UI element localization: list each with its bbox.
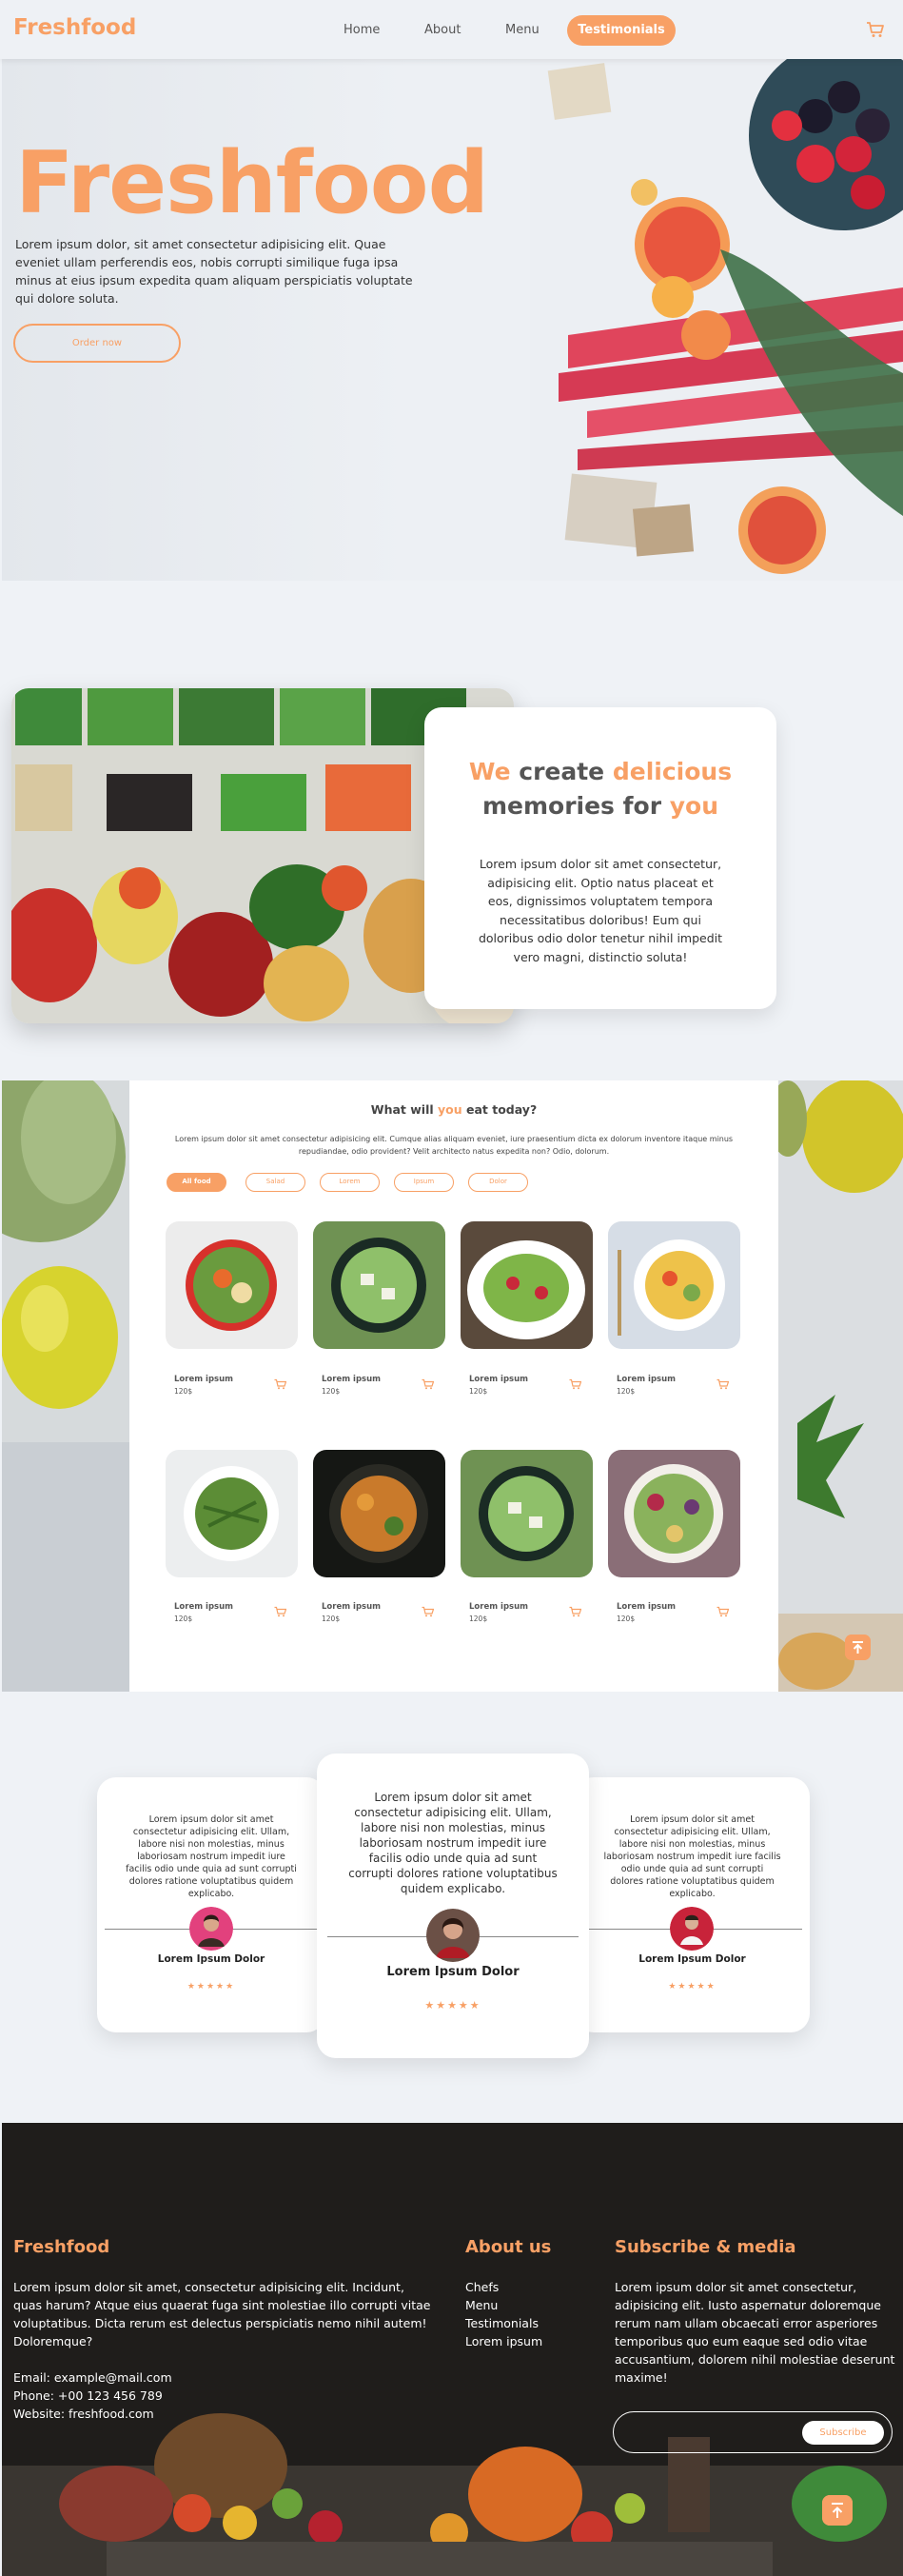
food-price: 120$ bbox=[322, 1387, 341, 1396]
filter-salad[interactable]: Salad bbox=[245, 1173, 305, 1192]
testimonial-text: Lorem ipsum dolor sit amet consectetur a… bbox=[348, 1791, 558, 1895]
testimonial-card-featured: Lorem ipsum dolor sit amet consectetur a… bbox=[317, 1754, 589, 2058]
navbar: Freshfood Home About Menu Testimonials bbox=[0, 0, 903, 59]
add-to-cart-icon[interactable] bbox=[274, 1378, 286, 1390]
food-image[interactable] bbox=[166, 1221, 298, 1349]
footer: Freshfood Lorem ipsum dolor sit amet, co… bbox=[2, 2123, 903, 2576]
food-price: 120$ bbox=[617, 1615, 636, 1623]
add-to-cart-icon[interactable] bbox=[422, 1378, 434, 1390]
add-to-cart-icon[interactable] bbox=[274, 1606, 286, 1617]
star-rating: ★★★★★ bbox=[668, 1982, 717, 1991]
nav-link-home[interactable]: Home bbox=[344, 23, 380, 37]
logo[interactable]: Freshfood bbox=[13, 15, 136, 40]
shopping-cart-icon[interactable] bbox=[866, 20, 885, 39]
add-to-cart-icon[interactable] bbox=[569, 1606, 581, 1617]
nav-button-testimonials[interactable]: Testimonials bbox=[567, 15, 676, 46]
testimonial-text: Lorem ipsum dolor sit amet consectetur a… bbox=[603, 1814, 781, 1899]
order-now-button[interactable]: Order now bbox=[13, 324, 181, 363]
food-image[interactable] bbox=[461, 1450, 593, 1577]
avatar bbox=[670, 1907, 714, 1951]
footer-email: Email: example@mail.com bbox=[13, 2370, 172, 2385]
footer-subscribe-title: Subscribe & media bbox=[615, 2237, 796, 2257]
food-price: 120$ bbox=[617, 1387, 636, 1396]
food-name: Lorem ipsum bbox=[322, 1602, 381, 1612]
hero-fruit-image bbox=[530, 59, 903, 581]
food-image[interactable] bbox=[461, 1221, 593, 1349]
footer-link-lorem-ipsum[interactable]: Lorem ipsum bbox=[465, 2334, 542, 2348]
food-price: 120$ bbox=[174, 1387, 193, 1396]
hero-title: Freshfood bbox=[15, 133, 489, 233]
food-name: Lorem ipsum bbox=[174, 1375, 233, 1384]
star-rating: ★★★★★ bbox=[186, 1982, 236, 1991]
nav-link-menu[interactable]: Menu bbox=[505, 23, 540, 37]
footer-about-title: About us bbox=[465, 2237, 552, 2257]
menu-section: What will you eat today? Lorem ipsum dol… bbox=[2, 1080, 903, 1692]
footer-subscribe-text: Lorem ipsum dolor sit amet consectetur, … bbox=[615, 2280, 895, 2385]
food-image[interactable] bbox=[608, 1450, 740, 1577]
footer-brand-title: Freshfood bbox=[13, 2237, 110, 2257]
hero-text: Lorem ipsum dolor, sit amet consectetur … bbox=[15, 237, 413, 306]
food-price: 120$ bbox=[174, 1615, 193, 1623]
food-price: 120$ bbox=[322, 1615, 341, 1623]
food-image[interactable] bbox=[166, 1450, 298, 1577]
footer-link-testimonials[interactable]: Testimonials bbox=[465, 2316, 539, 2330]
food-image[interactable] bbox=[608, 1221, 740, 1349]
avatar bbox=[426, 1909, 480, 1962]
food-name: Lorem ipsum bbox=[174, 1602, 233, 1612]
testimonial-name: Lorem Ipsum Dolor bbox=[386, 1965, 520, 1979]
add-to-cart-icon[interactable] bbox=[422, 1606, 434, 1617]
hero-section: Freshfood Lorem ipsum dolor, sit amet co… bbox=[2, 59, 903, 581]
add-to-cart-icon[interactable] bbox=[717, 1606, 729, 1617]
avatar bbox=[189, 1907, 233, 1951]
scroll-to-top-icon[interactable] bbox=[845, 1635, 871, 1660]
filter-all-food[interactable]: All food bbox=[167, 1173, 226, 1192]
filter-dolor[interactable]: Dolor bbox=[468, 1173, 528, 1192]
food-name: Lorem ipsum bbox=[617, 1602, 676, 1612]
footer-link-chefs[interactable]: Chefs bbox=[465, 2280, 499, 2294]
food-image[interactable] bbox=[313, 1221, 445, 1349]
food-name: Lorem ipsum bbox=[469, 1375, 528, 1384]
star-rating: ★★★★★ bbox=[424, 1999, 481, 2011]
scroll-to-top-icon[interactable] bbox=[822, 2495, 853, 2526]
nav-link-about[interactable]: About bbox=[424, 23, 461, 37]
testimonial-card: Lorem ipsum dolor sit amet consectetur a… bbox=[575, 1777, 810, 2032]
testimonial-name: Lorem Ipsum Dolor bbox=[157, 1953, 265, 1965]
add-to-cart-icon[interactable] bbox=[717, 1378, 729, 1390]
menu-title: What will you eat today? bbox=[370, 1102, 538, 1117]
food-image[interactable] bbox=[313, 1450, 445, 1577]
add-to-cart-icon[interactable] bbox=[569, 1378, 581, 1390]
footer-link-menu[interactable]: Menu bbox=[465, 2298, 498, 2312]
filter-lorem[interactable]: Lorem bbox=[320, 1173, 380, 1192]
food-name: Lorem ipsum bbox=[322, 1375, 381, 1384]
about-heading: We create delicious memories for you bbox=[468, 758, 733, 820]
food-price: 120$ bbox=[469, 1615, 488, 1623]
pear-decoration-image bbox=[778, 1080, 903, 1692]
footer-phone: Phone: +00 123 456 789 bbox=[13, 2388, 163, 2403]
testimonial-card: Lorem ipsum dolor sit amet consectetur a… bbox=[97, 1777, 325, 2032]
subscribe-button[interactable]: Subscribe bbox=[802, 2421, 884, 2445]
food-name: Lorem ipsum bbox=[469, 1602, 528, 1612]
food-price: 120$ bbox=[469, 1387, 488, 1396]
footer-brand-text: Lorem ipsum dolor sit amet, consectetur … bbox=[13, 2280, 431, 2348]
about-card: We create delicious memories for you Lor… bbox=[424, 707, 776, 1009]
filter-ipsum[interactable]: Ipsum bbox=[394, 1173, 454, 1192]
testimonial-name: Lorem Ipsum Dolor bbox=[638, 1953, 746, 1965]
food-name: Lorem ipsum bbox=[617, 1375, 676, 1384]
footer-website: Website: freshfood.com bbox=[13, 2407, 154, 2421]
artichoke-decoration-image bbox=[2, 1080, 129, 1692]
testimonial-text: Lorem ipsum dolor sit amet consectetur a… bbox=[126, 1814, 297, 1899]
about-text: Lorem ipsum dolor sit amet consectetur, … bbox=[478, 857, 723, 964]
menu-description: Lorem ipsum dolor sit amet consectetur a… bbox=[174, 1135, 734, 1156]
